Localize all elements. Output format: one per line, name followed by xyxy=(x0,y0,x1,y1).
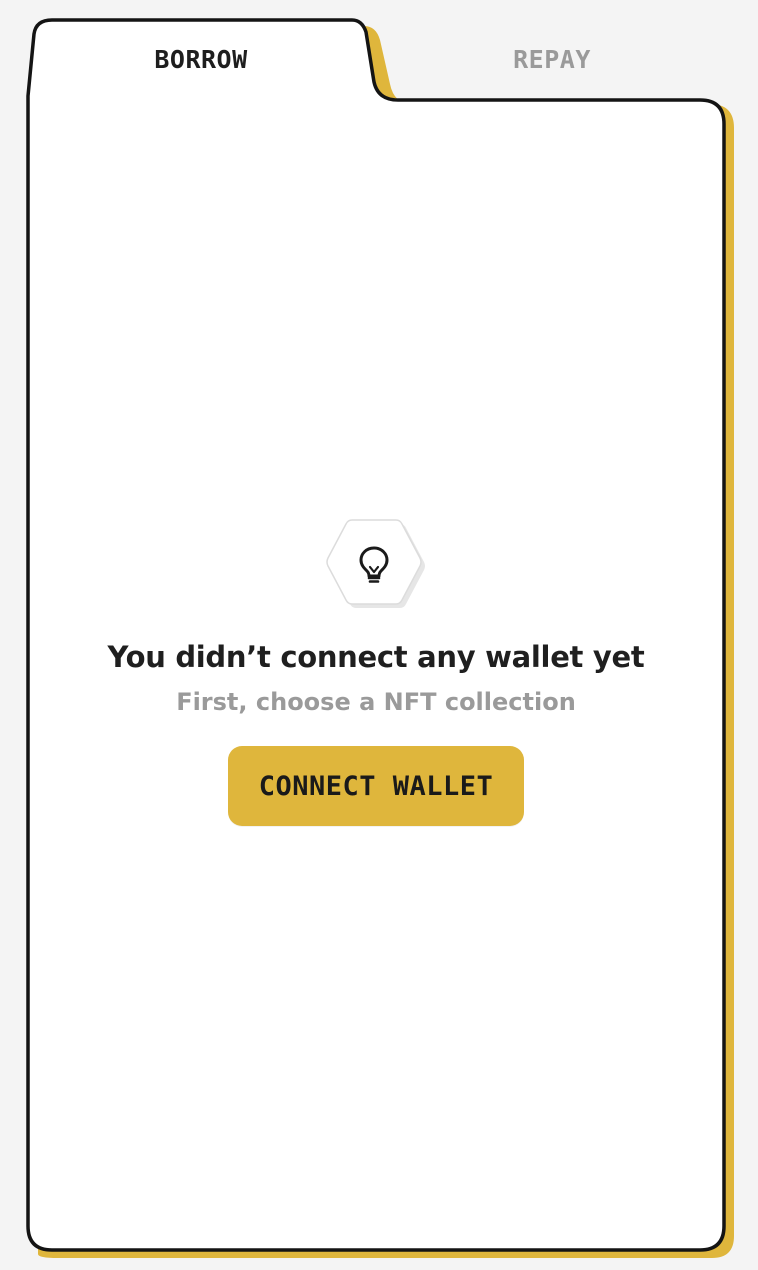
tab-borrow[interactable]: BORROW xyxy=(40,30,362,88)
connect-wallet-button[interactable]: CONNECT WALLET xyxy=(228,746,524,826)
empty-state: You didn’t connect any wallet yet First,… xyxy=(40,518,712,826)
hexagon-badge xyxy=(324,518,428,610)
lightbulb-icon xyxy=(359,546,389,583)
tab-repay[interactable]: REPAY xyxy=(392,30,712,88)
loan-panel: BORROW REPAY You didn’t connect any wall… xyxy=(0,0,758,1270)
empty-state-subtitle: First, choose a NFT collection xyxy=(176,688,576,716)
empty-state-title: You didn’t connect any wallet yet xyxy=(107,640,645,674)
